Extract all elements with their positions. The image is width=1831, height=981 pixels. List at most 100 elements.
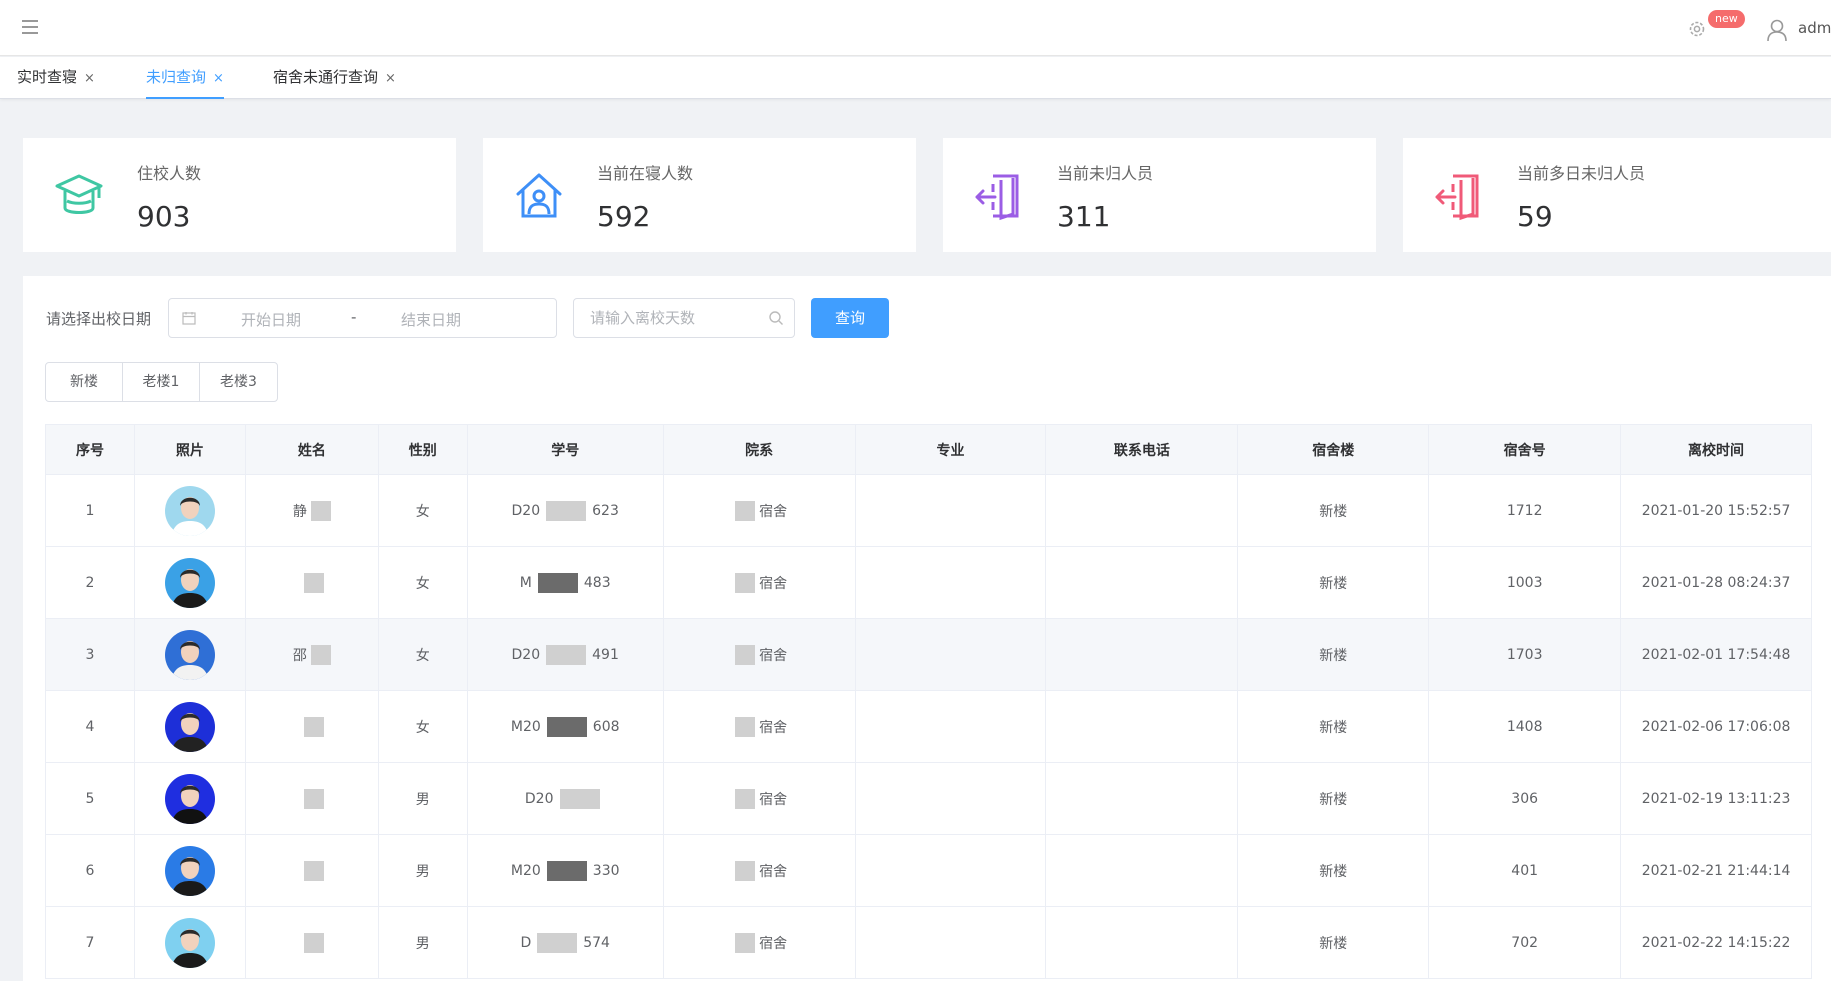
cell-index: 5 [46, 763, 135, 835]
cell-gender: 女 [378, 691, 468, 763]
department-text: 宿舍 [759, 503, 788, 520]
door-exit-icon [1435, 174, 1479, 221]
student-photo[interactable] [164, 485, 215, 536]
table-row[interactable]: 5 男 D20 宿舍 新楼 306 2021-02-19 13:11:23 [46, 763, 1812, 835]
start-date-placeholder[interactable]: 开始日期 [241, 309, 301, 330]
stat-card-residents: 住校人数 903 [23, 138, 456, 252]
student-id-suffix: 491 [592, 646, 619, 663]
cell-index: 7 [46, 907, 135, 979]
cell-student-id: D20 491 [467, 619, 664, 691]
cell-student-id: M20 330 [467, 835, 664, 907]
table-row[interactable]: 7 男 D 574 宿舍 新楼 702 2021-02-22 14:15:22 [46, 907, 1812, 979]
table-header-row: 序号 照片 姓名 性别 学号 院系 专业 联系电话 宿舍楼 宿舍号 离校时间 [46, 425, 1812, 475]
cell-leave-time: 2021-02-19 13:11:23 [1621, 763, 1812, 835]
cell-phone [1046, 691, 1239, 763]
query-button[interactable]: 查询 [811, 298, 889, 338]
cell-room: 1703 [1429, 619, 1622, 691]
close-icon[interactable]: × [213, 71, 224, 86]
cell-major [855, 763, 1047, 835]
cell-leave-time: 2021-02-06 17:06:08 [1621, 691, 1812, 763]
building-button-new[interactable]: 新楼 [46, 363, 123, 401]
cell-building: 新楼 [1238, 619, 1430, 691]
redaction-block [559, 788, 600, 809]
student-name: 邵 [292, 647, 307, 664]
cell-index: 4 [46, 691, 135, 763]
student-photo[interactable] [164, 557, 215, 608]
not-returned-table: 序号 照片 姓名 性别 学号 院系 专业 联系电话 宿舍楼 宿舍号 离校时间 1… [45, 424, 1812, 979]
redaction-block [546, 716, 587, 737]
building-button-old3[interactable]: 老楼3 [200, 363, 277, 401]
user-avatar-icon[interactable] [1766, 18, 1788, 42]
cell-leave-time: 2021-01-28 08:24:37 [1621, 547, 1812, 619]
cell-building: 新楼 [1238, 691, 1430, 763]
end-date-placeholder[interactable]: 结束日期 [401, 309, 461, 330]
user-name[interactable]: adm [1798, 19, 1831, 37]
student-id-prefix: M20 [510, 862, 541, 879]
column-header: 宿舍楼 [1238, 425, 1430, 475]
cell-index: 6 [46, 835, 135, 907]
date-range-picker[interactable]: 开始日期 - 结束日期 [168, 298, 557, 338]
cell-name: 邵 [245, 619, 379, 691]
department-text: 宿舍 [759, 719, 788, 736]
building-button-old1[interactable]: 老楼1 [123, 363, 200, 401]
table-row[interactable]: 1 静 女 D20 623 宿舍 新楼 1712 2021-01-20 15:52:57 [46, 475, 1812, 547]
cell-major [855, 475, 1047, 547]
tab-dorm-no-pass-query[interactable]: 宿舍未通行查询 × [273, 57, 396, 99]
cell-gender: 男 [378, 907, 468, 979]
student-photo[interactable] [164, 629, 215, 680]
redaction-block [537, 572, 578, 593]
stat-label: 当前多日未归人员 [1517, 164, 1646, 183]
cell-leave-time: 2021-01-20 15:52:57 [1621, 475, 1812, 547]
cell-building: 新楼 [1238, 763, 1430, 835]
cell-name [245, 835, 379, 907]
cell-photo [134, 907, 246, 979]
redaction-block [735, 932, 756, 953]
gear-icon[interactable] [1687, 19, 1707, 39]
column-header: 院系 [663, 425, 856, 475]
stat-value: 311 [1057, 200, 1111, 233]
student-photo[interactable] [164, 917, 215, 968]
student-photo[interactable] [164, 845, 215, 896]
redaction-block [303, 572, 324, 593]
cell-leave-time: 2021-02-01 17:54:48 [1621, 619, 1812, 691]
redaction-block [537, 932, 578, 953]
table-row[interactable]: 2 女 M 483 宿舍 新楼 1003 2021-01-28 08:24:37 [46, 547, 1812, 619]
table-row[interactable]: 6 男 M20 330 宿舍 新楼 401 2021-02-21 21:44:14 [46, 835, 1812, 907]
stat-value: 59 [1517, 200, 1553, 233]
search-icon[interactable] [768, 310, 784, 326]
table-row[interactable]: 3 邵 女 D20 491 宿舍 新楼 1703 2021-02-01 17:54:48 [46, 619, 1812, 691]
stat-value: 903 [137, 200, 191, 233]
close-icon[interactable]: × [84, 71, 95, 86]
table-row[interactable]: 4 女 M20 608 宿舍 新楼 1408 2021-02-06 17:06:08 [46, 691, 1812, 763]
cell-photo [134, 619, 246, 691]
cell-gender: 女 [378, 547, 468, 619]
student-id-prefix: D20 [511, 502, 541, 519]
cell-photo [134, 547, 246, 619]
student-photo[interactable] [164, 701, 215, 752]
menu-toggle-icon[interactable] [22, 20, 38, 34]
calendar-icon [182, 312, 196, 325]
away-days-input[interactable] [573, 298, 795, 338]
cell-name [245, 691, 379, 763]
stat-card-in-dorm: 当前在寝人数 592 [483, 138, 916, 252]
student-photo[interactable] [164, 773, 215, 824]
cell-department: 宿舍 [663, 763, 856, 835]
tab-not-returned-query[interactable]: 未归查询 × [146, 57, 224, 99]
tab-realtime-check[interactable]: 实时查寝 × [17, 57, 95, 99]
cell-phone [1046, 763, 1239, 835]
student-id-suffix: 623 [592, 502, 619, 519]
redaction-block [303, 788, 324, 809]
cell-index: 3 [46, 619, 135, 691]
column-header: 专业 [855, 425, 1047, 475]
cell-building: 新楼 [1238, 835, 1430, 907]
cell-leave-time: 2021-02-22 14:15:22 [1621, 907, 1812, 979]
close-icon[interactable]: × [385, 71, 396, 86]
cell-student-id: D 574 [467, 907, 664, 979]
cell-name [245, 763, 379, 835]
cell-room: 401 [1429, 835, 1622, 907]
cell-room: 1408 [1429, 691, 1622, 763]
cell-name: 静 [245, 475, 379, 547]
cell-major [855, 907, 1047, 979]
cell-phone [1046, 619, 1239, 691]
stat-card-multi-day-not-returned: 当前多日未归人员 59 [1403, 138, 1831, 252]
